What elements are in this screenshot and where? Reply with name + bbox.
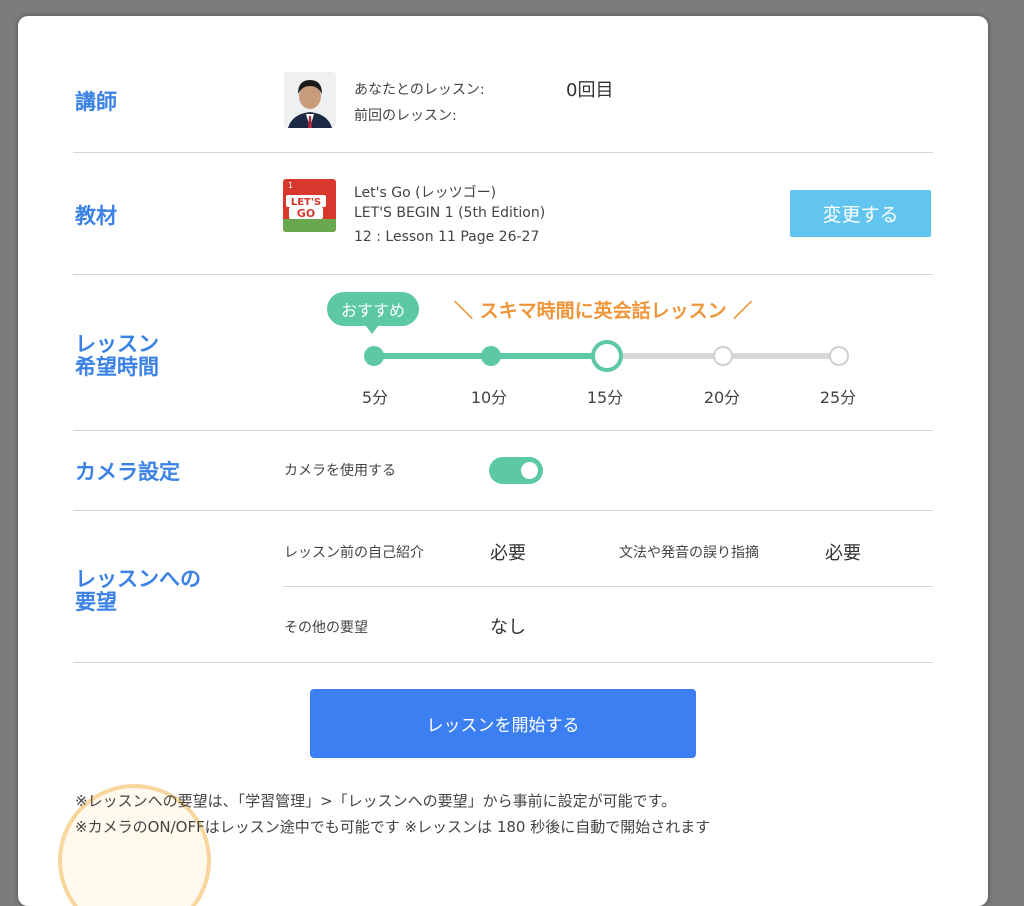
note-line-1: ※レッスンへの要望は、「学習管理」>「レッスンへの要望」から事前に設定が可能です… <box>75 792 677 810</box>
promo-text: ＼ スキマ時間に英会話レッスン ／ <box>454 300 753 322</box>
duration-label: 15分 <box>586 388 624 407</box>
duration-option-5[interactable] <box>364 346 384 366</box>
divider <box>73 274 933 275</box>
duration-title-line2: 希望時間 <box>75 355 159 379</box>
lesson-settings-modal: 講師 あなたとのレッスン: 0回目 前回のレッスン: 教材 LET'S GO 1… <box>18 16 988 906</box>
camera-toggle[interactable] <box>489 457 543 484</box>
duration-option-25[interactable] <box>829 346 849 366</box>
recommended-badge: おすすめ <box>327 292 419 334</box>
previous-lesson-label: 前回のレッスン: <box>354 108 457 124</box>
textbook-cover-image: LET'S GO 1 <box>283 179 336 232</box>
self-intro-value: 必要 <box>490 543 526 564</box>
lessons-with-you-label: あなたとのレッスン: <box>354 82 485 98</box>
divider <box>73 510 933 511</box>
divider <box>73 152 933 153</box>
material-section-title: 教材 <box>75 204 117 228</box>
self-intro-label: レッスン前の自己紹介 <box>284 545 424 561</box>
lessons-with-you-value: 0回目 <box>566 80 614 101</box>
note-line-2: ※カメラのON/OFFはレッスン途中でも可能です ※レッスンは 180 秒後に自… <box>75 818 711 836</box>
duration-label: 20分 <box>703 388 741 407</box>
divider <box>73 430 933 431</box>
duration-option-20[interactable] <box>713 346 733 366</box>
camera-use-label: カメラを使用する <box>284 463 396 479</box>
camera-section-title: カメラ設定 <box>75 460 180 484</box>
other-request-value: なし <box>490 617 526 638</box>
duration-label: 25分 <box>819 388 857 407</box>
toggle-knob <box>521 462 538 479</box>
other-request-label: その他の要望 <box>284 620 368 636</box>
divider <box>283 586 933 587</box>
change-material-button[interactable]: 変更する <box>790 190 931 237</box>
duration-label: 5分 <box>361 388 389 407</box>
duration-title-line1: レッスン <box>75 332 159 356</box>
teacher-avatar <box>284 72 336 128</box>
teacher-section-title: 講師 <box>75 90 117 114</box>
requests-title-line2: 要望 <box>75 590 117 614</box>
correction-value: 必要 <box>825 543 861 564</box>
divider <box>73 662 933 663</box>
duration-option-10[interactable] <box>481 346 501 366</box>
material-series: Let's Go (レッツゴー) <box>354 185 497 201</box>
requests-title-line1: レッスンへの <box>75 567 201 591</box>
duration-option-15-selected[interactable] <box>591 340 623 372</box>
material-lesson: 12 : Lesson 11 Page 26-27 <box>354 229 540 245</box>
svg-text:GO: GO <box>297 207 315 220</box>
duration-label: 10分 <box>470 388 508 407</box>
svg-text:1: 1 <box>288 181 293 190</box>
start-lesson-button[interactable]: レッスンを開始する <box>310 689 696 758</box>
correction-label: 文法や発音の誤り指摘 <box>619 545 759 561</box>
material-book: LET'S BEGIN 1 (5th Edition) <box>354 205 546 221</box>
